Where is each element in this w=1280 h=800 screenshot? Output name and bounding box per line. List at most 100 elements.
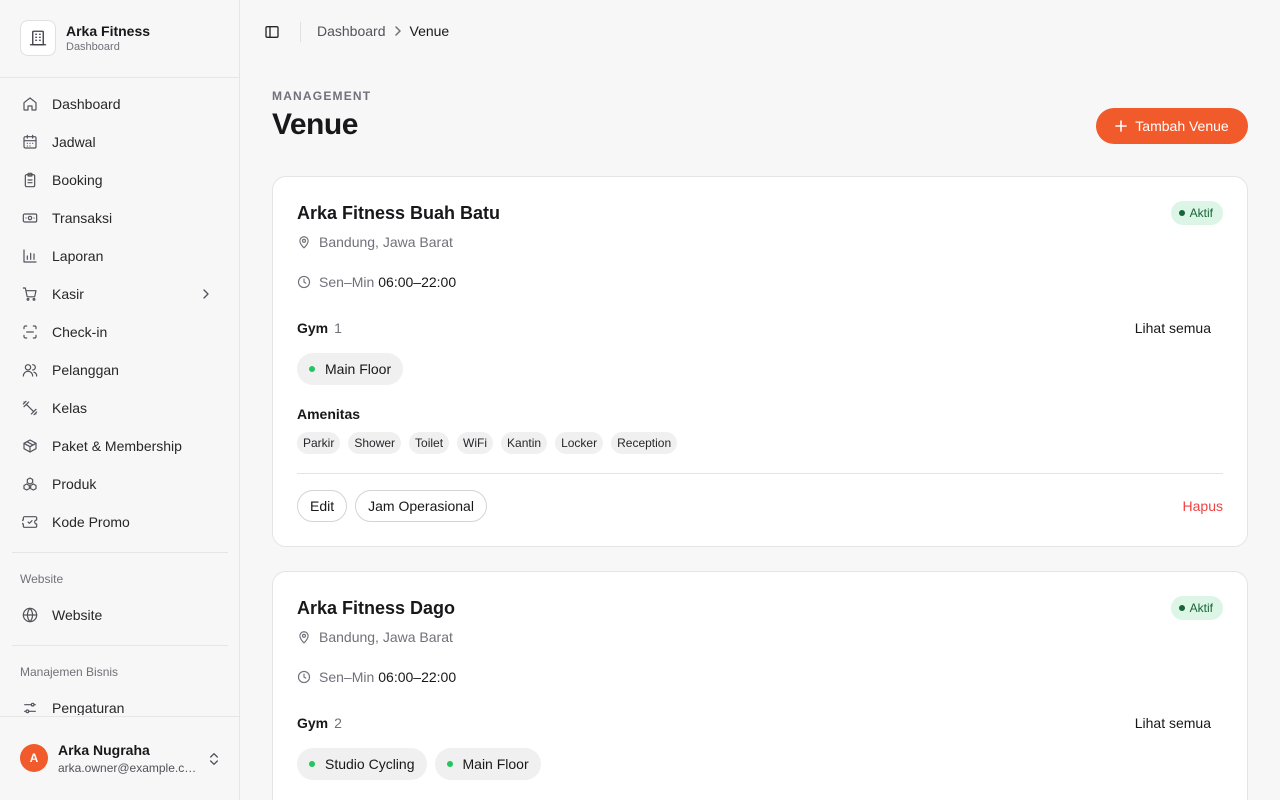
add-venue-label: Tambah Venue xyxy=(1135,118,1229,134)
globe-icon xyxy=(22,607,38,623)
gym-label: Gym xyxy=(297,715,329,731)
brand-name: Arka Fitness xyxy=(66,23,151,39)
brand[interactable]: Arka Fitness Dashboard xyxy=(20,20,150,56)
page-title: Venue xyxy=(272,108,358,141)
status-badge: Aktif xyxy=(1170,201,1223,225)
sidebar-item-transaksi[interactable]: Transaksi xyxy=(12,199,228,237)
breadcrumb-current: Venue xyxy=(409,23,450,39)
sidebar-nav-website: Website xyxy=(12,596,228,634)
gym-pill[interactable]: Studio Cycling xyxy=(297,748,427,780)
user-name: Arka Nugraha xyxy=(58,742,150,758)
sidebar-item-produk[interactable]: Produk xyxy=(12,465,228,503)
amenity-tag: Locker xyxy=(555,432,604,454)
sidebar-item-label: Laporan xyxy=(52,248,104,264)
sidebar-item-label: Check-in xyxy=(52,324,108,340)
sidebar-item-website[interactable]: Website xyxy=(12,596,228,634)
gym-label: Gym xyxy=(297,320,329,336)
amenity-list: Parkir Shower Toilet WiFi Kantin Locker … xyxy=(297,432,685,454)
status-dot xyxy=(1178,210,1185,216)
sidebar-item-label: Dashboard xyxy=(52,96,121,112)
clipboard-icon xyxy=(22,172,38,188)
topbar: Dashboard Venue xyxy=(240,0,1280,64)
location-text: Bandung, Jawa Barat xyxy=(319,629,453,645)
sidebar-item-jadwal[interactable]: Jadwal xyxy=(12,123,228,161)
dumbbell-icon xyxy=(22,400,38,416)
sidebar-nav: Dashboard Jadwal Booking Transaksi Lapor… xyxy=(12,85,228,541)
gym-list: Studio Cycling Main Floor xyxy=(297,748,549,780)
amenity-tag: Shower xyxy=(348,432,402,454)
map-pin-icon xyxy=(297,235,311,249)
venue-name: Arka Fitness Buah Batu xyxy=(297,203,501,223)
building-icon xyxy=(20,20,56,56)
hours-time: 06:00–22:00 xyxy=(378,669,457,685)
sidebar-divider xyxy=(12,645,228,646)
gym-count: 1 xyxy=(334,320,342,336)
user-email: arka.owner@example.com xyxy=(58,761,198,775)
brand-subtitle: Dashboard xyxy=(66,41,120,53)
sidebar-nav-business: Pengaturan xyxy=(12,689,228,715)
sidebar-item-laporan[interactable]: Laporan xyxy=(12,237,228,275)
amenities-heading: Amenitas xyxy=(297,406,361,422)
cart-icon xyxy=(22,286,38,302)
gym-count: 2 xyxy=(334,715,342,731)
gym-pill[interactable]: Main Floor xyxy=(297,353,404,385)
amenity-tag: Parkir xyxy=(297,432,341,454)
sidebar-item-pelanggan[interactable]: Pelanggan xyxy=(12,351,228,389)
gym-name: Main Floor xyxy=(325,361,392,377)
status-label: Aktif xyxy=(1189,206,1213,220)
amenity-tag: Kantin xyxy=(501,432,548,454)
card-divider xyxy=(297,473,1223,474)
gym-name: Studio Cycling xyxy=(325,756,415,772)
gym-status-dot xyxy=(309,366,315,372)
map-pin-icon xyxy=(297,630,311,644)
sidebar-item-label: Kasir xyxy=(52,286,84,302)
gym-name: Main Floor xyxy=(462,756,529,772)
sidebar: Arka Fitness Dashboard Dashboard Jadwal … xyxy=(0,0,240,800)
hours-days: Sen–Min xyxy=(319,274,375,290)
gym-heading: Gym 1 xyxy=(297,320,342,336)
sidebar-item-label: Produk xyxy=(52,476,97,492)
bar-chart-icon xyxy=(22,248,38,264)
user-menu[interactable]: A Arka Nugraha arka.owner@example.com xyxy=(0,716,239,800)
chevron-right-icon xyxy=(394,26,402,36)
edit-button[interactable]: Edit xyxy=(297,490,348,522)
section-label-website: Website xyxy=(20,572,64,586)
clock-icon xyxy=(297,275,311,289)
venue-location: Bandung, Jawa Barat xyxy=(297,234,453,250)
sidebar-item-kelas[interactable]: Kelas xyxy=(12,389,228,427)
sidebar-divider xyxy=(0,77,239,78)
ticket-icon xyxy=(22,514,38,530)
sidebar-item-pengaturan[interactable]: Pengaturan xyxy=(12,689,228,715)
status-label: Aktif xyxy=(1189,601,1213,615)
sidebar-item-kode-promo[interactable]: Kode Promo xyxy=(12,503,228,541)
sidebar-item-dashboard[interactable]: Dashboard xyxy=(12,85,228,123)
gym-pill[interactable]: Main Floor xyxy=(434,748,541,780)
sidebar-divider xyxy=(12,552,228,553)
sidebar-item-label: Pelanggan xyxy=(52,362,119,378)
sidebar-item-booking[interactable]: Booking xyxy=(12,161,228,199)
sidebar-item-kasir[interactable]: Kasir xyxy=(12,275,228,313)
add-venue-button[interactable]: Tambah Venue xyxy=(1096,108,1248,144)
gym-status-dot xyxy=(309,761,315,767)
venue-card: Arka Fitness Dago Aktif Bandung, Jawa Ba… xyxy=(272,571,1248,800)
sidebar-item-label: Kelas xyxy=(52,400,88,416)
chevron-right-icon xyxy=(198,286,214,302)
sidebar-item-label: Pengaturan xyxy=(52,700,125,715)
operating-hours-button[interactable]: Jam Operasional xyxy=(355,490,487,522)
see-all-link[interactable]: Lihat semua xyxy=(1135,715,1211,731)
topbar-separator xyxy=(300,22,301,42)
sidebar-item-label: Transaksi xyxy=(52,210,113,226)
breadcrumb-dashboard[interactable]: Dashboard xyxy=(317,23,386,39)
location-text: Bandung, Jawa Barat xyxy=(319,234,453,250)
sidebar-item-check-in[interactable]: Check-in xyxy=(12,313,228,351)
sidebar-item-paket-membership[interactable]: Paket & Membership xyxy=(12,427,228,465)
chevrons-up-down-icon[interactable] xyxy=(206,751,222,767)
card-actions: Edit Jam Operasional xyxy=(297,490,495,522)
amenity-tag: WiFi xyxy=(457,432,494,454)
delete-button[interactable]: Hapus xyxy=(1183,498,1223,514)
see-all-link[interactable]: Lihat semua xyxy=(1135,320,1211,336)
page-eyebrow: MANAGEMENT xyxy=(272,89,372,103)
venue-name: Arka Fitness Dago xyxy=(297,598,456,618)
gym-heading: Gym 2 xyxy=(297,715,342,731)
panel-left-icon[interactable] xyxy=(264,24,280,40)
